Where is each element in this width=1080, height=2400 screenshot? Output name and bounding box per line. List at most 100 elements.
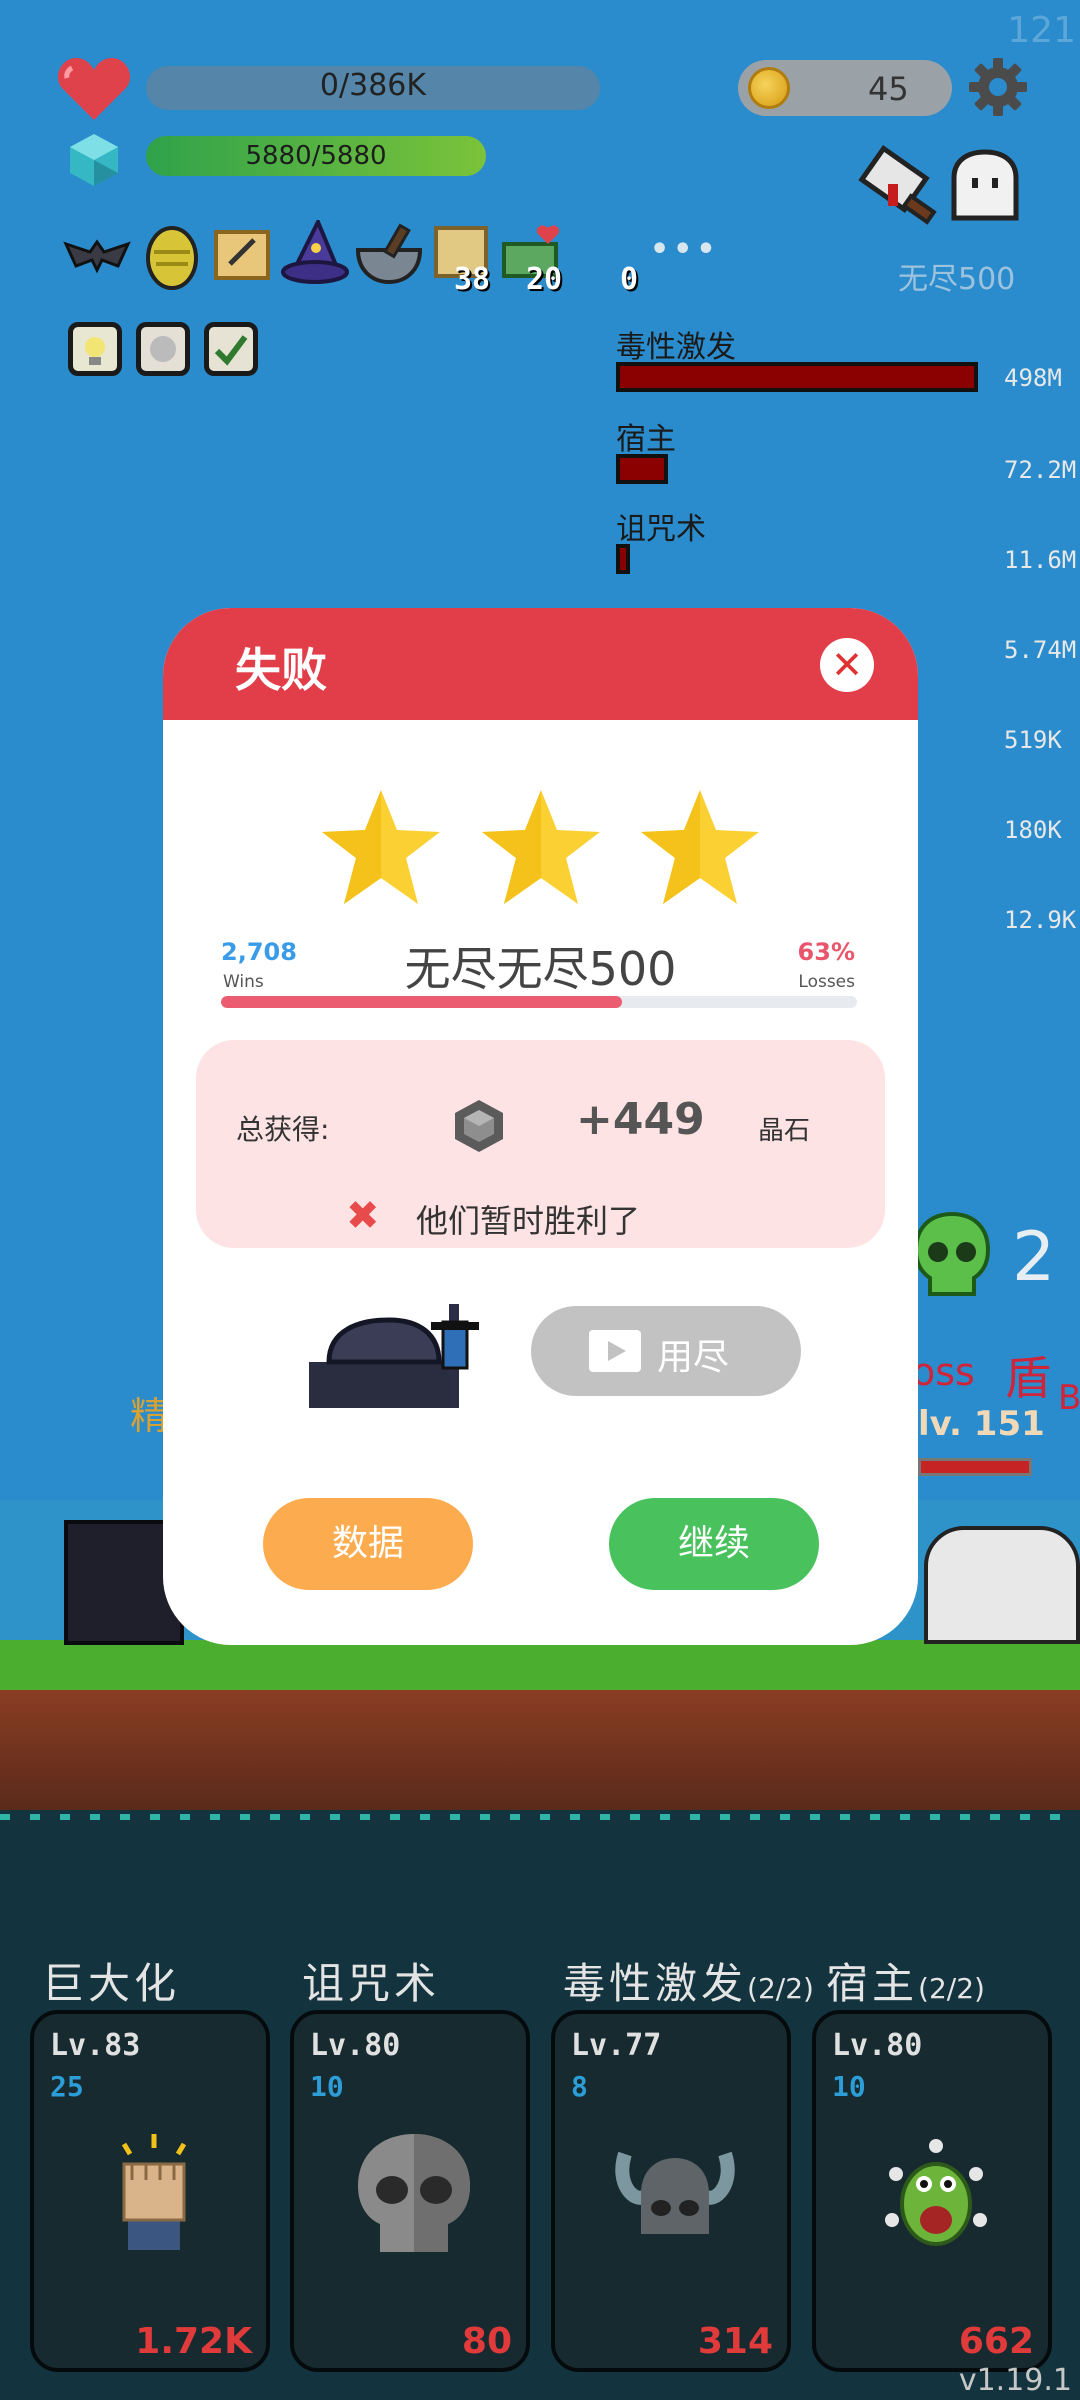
shield-bar: 5880/5880 (146, 136, 486, 176)
more-dots-icon[interactable]: ••• (650, 232, 720, 267)
damage-bar (616, 362, 978, 392)
enemy-count: 2 (1012, 1218, 1056, 1297)
cleaver-icon (858, 145, 937, 225)
skill-card[interactable]: Lv.80 10 80 (290, 2010, 530, 2372)
crystal-gem-icon (455, 1100, 503, 1152)
skill-damage: 662 (958, 2321, 1034, 2362)
damage-value: 72.2M (1004, 456, 1077, 484)
check-tile-icon (204, 322, 258, 376)
damage-source-label: 诅咒术 (616, 512, 706, 547)
skill-name: 诅咒术 (302, 1950, 440, 2011)
ghost-icon (951, 149, 1019, 221)
skill-count: 8 (571, 2070, 588, 2103)
map-scroll-icon (210, 224, 278, 292)
boss-level: lv. 151 (918, 1404, 1045, 1444)
skill-count: 10 (832, 2070, 866, 2103)
skill-card[interactable]: Lv.83 25 1.72K (30, 2010, 270, 2372)
coin-icon (748, 67, 790, 109)
skill-damage: 314 (697, 2321, 773, 2362)
skill-damage: 1.72K (135, 2321, 252, 2362)
skill-level: Lv.77 (571, 2028, 662, 2063)
star-rating (163, 786, 918, 914)
damage-value: 11.6M (1004, 546, 1077, 574)
skill-name: 毒性激发(2/2) (563, 1950, 814, 2011)
fist-icon (84, 2124, 224, 2264)
damage-value: 180K (1004, 816, 1062, 844)
damage-source-label: 宿主 (616, 422, 676, 457)
watch-ad-button[interactable]: 用尽 (531, 1306, 801, 1396)
golden-egg-icon (142, 222, 210, 290)
skill-name: 宿主(2/2) (826, 1950, 985, 2011)
losses-percent: 63% (797, 938, 855, 966)
reward-label: 总获得: (236, 1113, 330, 1146)
skill-card[interactable]: Lv.77 8 314 (551, 2010, 791, 2372)
skill-damage: 80 (461, 2321, 512, 2362)
skill-stack-count: (2/2) (747, 1972, 814, 2005)
skill-level: Lv.80 (832, 2028, 923, 2063)
skill-stack-count: (2/2) (918, 1972, 985, 2005)
boss-ghost (924, 1526, 1080, 1644)
skull-icon (344, 2124, 484, 2264)
star-icon (322, 790, 441, 904)
damage-bar (616, 454, 668, 484)
mortar-bowl-icon (354, 222, 423, 290)
money-count: 20 (526, 262, 563, 297)
damage-source-label: 毒性激发 (616, 330, 736, 365)
health-text: 0/386K (319, 68, 427, 103)
mode-label: 无尽500 (898, 262, 1016, 297)
damage-value: 5.74M (1004, 636, 1077, 664)
misc-count: 0 (620, 262, 639, 297)
lightbulb-tile-icon (68, 322, 122, 376)
skill-name: 巨大化 (42, 1950, 180, 2011)
dirt-strip (0, 1690, 1080, 1810)
bat-icon (62, 222, 132, 282)
settings-gear-icon[interactable] (967, 56, 1029, 118)
dialog-header: 失败 ✕ (163, 608, 918, 720)
skill-level: Lv.83 (50, 2028, 141, 2063)
coin-counter: 45 (738, 60, 952, 116)
skill-name-text: 宿主 (826, 1959, 919, 2008)
skill-name-text: 巨大化 (42, 1959, 181, 2008)
stats-button[interactable]: 数据 (263, 1498, 473, 1590)
close-button[interactable]: ✕ (820, 638, 874, 692)
grass-strip (0, 1640, 1080, 1690)
map-count: 38 (454, 262, 491, 297)
shield-text: 5880/5880 (245, 141, 387, 171)
defeated-hero-sprite (309, 1304, 479, 1408)
dialog-title: 失败 (235, 643, 327, 697)
skill-name-text: 毒性激发 (563, 1959, 748, 2008)
skill-name-text: 诅咒术 (302, 1959, 441, 2008)
cloud-tile-icon (136, 322, 190, 376)
top-right-counter: 121 (1007, 10, 1076, 51)
win-loss-progress (221, 996, 857, 1008)
video-icon (589, 1330, 641, 1372)
reward-unit: 晶石 (758, 1116, 811, 1146)
boss-label: oss (912, 1350, 975, 1394)
boss-health-bar (918, 1458, 1032, 1476)
green-monster-icon (866, 2124, 1006, 2264)
win-loss-progress-fill (221, 996, 622, 1008)
coin-amount: 45 (868, 70, 909, 108)
fail-x-icon: ✖ (346, 1193, 380, 1239)
star-icon (481, 790, 600, 904)
close-icon: ✕ (831, 643, 863, 687)
boss-letter: B (1058, 1378, 1080, 1418)
watch-ad-label: 用尽 (657, 1337, 730, 1378)
reward-amount: +449 (576, 1094, 705, 1145)
continue-button[interactable]: 继续 (609, 1498, 819, 1590)
water-glint (0, 1814, 1080, 1820)
skill-count: 10 (310, 2070, 344, 2103)
shield-gem-icon (70, 134, 118, 186)
horned-helmet-icon (605, 2124, 745, 2264)
star-icon (640, 790, 759, 904)
heart-icon (57, 58, 131, 120)
damage-value: 519K (1004, 726, 1062, 754)
reward-panel: 总获得: +449 晶石 ✖ 他们暂时胜利了 (196, 1040, 885, 1248)
wizard-hat-icon (280, 217, 349, 288)
defeat-dialog: 失败 ✕ 2,708 Wins 无尽无尽500 63% Losses 总获得: … (163, 608, 918, 1645)
result-message: 他们暂时胜利了 (416, 1202, 641, 1240)
shield-label: 盾 (1005, 1351, 1051, 1405)
skill-count: 25 (50, 2070, 84, 2103)
damage-bar (616, 544, 630, 574)
skill-card[interactable]: Lv.80 10 662 (812, 2010, 1052, 2372)
